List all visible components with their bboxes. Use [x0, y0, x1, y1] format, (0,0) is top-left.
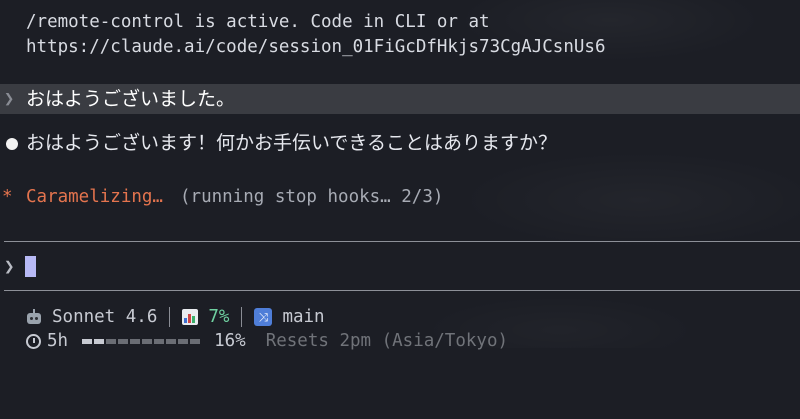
reset-time: Resets 2pm (Asia/Tokyo): [265, 331, 509, 351]
spinner-star-icon: *: [2, 187, 13, 207]
usage-bar-segment: [130, 338, 141, 344]
usage-bar-segment: [118, 338, 129, 344]
status-detail: (running stop hooks… 2/3): [180, 187, 444, 207]
input-top-divider: [4, 241, 800, 242]
usage-bar-segment: [178, 338, 189, 344]
input-bottom-divider: [4, 290, 800, 291]
input-prompt-chevron-icon: ❯: [4, 257, 15, 277]
timer-icon: [26, 333, 41, 349]
usage-percent: 16%: [214, 331, 246, 351]
usage-bar-segment: [106, 338, 117, 344]
remote-control-notice-url[interactable]: https://claude.ai/code/session_01FiGcDfH…: [26, 35, 605, 59]
user-message-row: ❯ おはようございました。: [0, 84, 800, 114]
usage-bar-segment: [142, 338, 153, 344]
prompt-chevron-icon: ❯: [4, 89, 15, 109]
usage-bar-segment: [190, 338, 201, 344]
input-cursor[interactable]: [25, 256, 36, 277]
usage-bar-segment: [94, 338, 105, 344]
status-line-model: Sonnet 4.6 7% ⤨ main: [26, 306, 325, 328]
footer-separator: [169, 307, 171, 327]
usage-bar-segment: [154, 338, 165, 344]
robot-icon: [26, 309, 42, 325]
shuffle-icon: ⤨: [254, 308, 273, 326]
footer-separator: [241, 307, 243, 327]
model-name: Sonnet 4.6: [52, 307, 158, 327]
usage-bar-segment: [166, 338, 177, 344]
time-remaining: 5h: [47, 331, 69, 351]
git-branch: main: [282, 307, 325, 327]
user-message-text: おはようございました。: [26, 88, 236, 110]
usage-progress-bar: [82, 338, 201, 344]
assistant-bullet-icon: [6, 138, 18, 150]
status-activity-word: Caramelizing…: [26, 187, 163, 207]
remote-control-notice-line1: /remote-control is active. Code in CLI o…: [26, 12, 490, 32]
usage-bar-segment: [82, 338, 93, 344]
context-percent: 7%: [208, 307, 230, 327]
status-line-usage: 5h 16% Resets 2pm (Asia/Tokyo): [26, 330, 508, 352]
assistant-message-text: おはようございます！何かお手伝いできることはありますか？: [26, 132, 558, 154]
bar-chart-icon: [182, 309, 199, 325]
